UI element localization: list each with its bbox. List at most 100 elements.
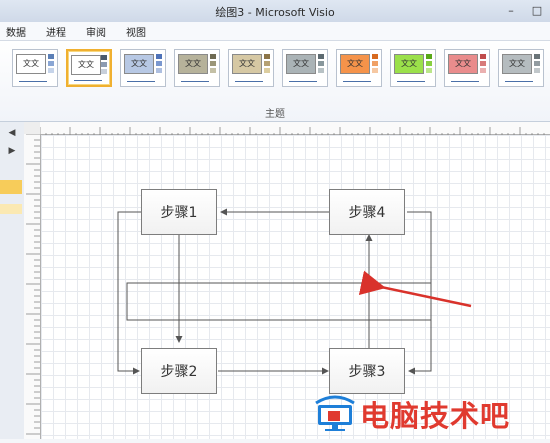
theme-tile-3[interactable]: 文文 bbox=[120, 49, 166, 87]
theme-connector-sample bbox=[127, 81, 155, 82]
theme-color-dot bbox=[264, 68, 270, 73]
theme-swatch: 文文 bbox=[394, 54, 424, 74]
theme-swatch: 文文 bbox=[232, 54, 262, 74]
monitor-logo-icon bbox=[315, 395, 355, 431]
theme-swatch: 文文 bbox=[286, 54, 316, 74]
theme-color-dots bbox=[210, 54, 216, 75]
theme-color-dot bbox=[210, 68, 216, 73]
theme-color-dot bbox=[156, 68, 162, 73]
theme-color-dot bbox=[48, 61, 54, 66]
step-2-box[interactable]: 步骤2 bbox=[141, 348, 217, 394]
theme-gallery: 文文 文文 文文 文文 文文 文文 文文 文文 文文 文文 bbox=[0, 47, 550, 91]
connector-loop-right bbox=[407, 211, 432, 375]
stencil-item[interactable] bbox=[0, 204, 22, 214]
step-4-box[interactable]: 步骤4 bbox=[329, 189, 405, 235]
theme-swatch: 文文 bbox=[448, 54, 478, 74]
theme-color-dot bbox=[264, 54, 270, 59]
tab-process[interactable]: 进程 bbox=[46, 24, 66, 39]
theme-color-dot bbox=[210, 54, 216, 59]
theme-connector-sample bbox=[289, 81, 317, 82]
theme-color-dot bbox=[426, 61, 432, 66]
theme-color-dots bbox=[372, 54, 378, 75]
watermark: 电脑技术吧 bbox=[308, 389, 550, 437]
theme-color-dot bbox=[156, 61, 162, 66]
theme-connector-sample bbox=[19, 81, 47, 82]
theme-color-dot bbox=[480, 61, 486, 66]
theme-color-dots bbox=[318, 54, 324, 75]
window-controls: – □ bbox=[498, 0, 550, 22]
theme-color-dots bbox=[48, 54, 54, 75]
ribbon-tabs: 数据 进程 审阅 视图 bbox=[0, 22, 550, 41]
window-title: 绘图3 - Microsoft Visio bbox=[215, 6, 335, 19]
theme-color-dot bbox=[156, 54, 162, 59]
connector-loop-left bbox=[117, 211, 141, 375]
theme-color-dot bbox=[372, 61, 378, 66]
expand-right-icon[interactable]: ▶ bbox=[4, 146, 20, 158]
theme-tile-8[interactable]: 文文 bbox=[390, 49, 436, 87]
theme-color-dot bbox=[372, 54, 378, 59]
title-bar: 绘图3 - Microsoft Visio – □ bbox=[0, 0, 550, 23]
tab-data[interactable]: 数据 bbox=[6, 24, 26, 39]
theme-color-dot bbox=[210, 61, 216, 66]
theme-color-dots bbox=[426, 54, 432, 75]
theme-connector-sample bbox=[235, 81, 263, 82]
theme-tile-10[interactable]: 文文 bbox=[498, 49, 544, 87]
theme-tile-2[interactable]: 文文 bbox=[66, 49, 112, 87]
theme-color-dot bbox=[534, 61, 540, 66]
vertical-ruler bbox=[24, 133, 41, 439]
ribbon: 文文 文文 文文 文文 文文 文文 文文 文文 文文 文文 主题 bbox=[0, 41, 550, 122]
tab-view[interactable]: 视图 bbox=[126, 24, 146, 39]
theme-connector-sample bbox=[505, 81, 533, 82]
theme-color-dot bbox=[480, 54, 486, 59]
theme-tile-6[interactable]: 文文 bbox=[282, 49, 328, 87]
stencil-selected-item[interactable] bbox=[0, 180, 22, 194]
theme-color-dot bbox=[101, 55, 107, 60]
ribbon-group-label: 主题 bbox=[265, 109, 285, 120]
theme-connector-sample bbox=[451, 81, 479, 82]
theme-swatch: 文文 bbox=[71, 55, 101, 75]
theme-tile-7[interactable]: 文文 bbox=[336, 49, 382, 87]
theme-color-dot bbox=[264, 61, 270, 66]
theme-connector-sample bbox=[343, 81, 371, 82]
theme-swatch: 文文 bbox=[178, 54, 208, 74]
theme-swatch: 文文 bbox=[16, 54, 46, 74]
theme-swatch: 文文 bbox=[502, 54, 532, 74]
theme-color-dots bbox=[156, 54, 162, 75]
theme-tile-5[interactable]: 文文 bbox=[228, 49, 274, 87]
theme-color-dots bbox=[101, 55, 107, 76]
annotation-arrow bbox=[358, 270, 472, 308]
theme-color-dot bbox=[534, 54, 540, 59]
maximize-icon[interactable]: □ bbox=[524, 0, 550, 20]
theme-connector-sample bbox=[397, 81, 425, 82]
theme-color-dot bbox=[101, 69, 107, 74]
theme-color-dot bbox=[48, 68, 54, 73]
tab-review[interactable]: 审阅 bbox=[86, 24, 106, 39]
theme-color-dot bbox=[101, 62, 107, 67]
theme-color-dots bbox=[534, 54, 540, 75]
shapes-pane: ◀ ▶ bbox=[0, 122, 25, 439]
theme-color-dots bbox=[264, 54, 270, 75]
step-1-box[interactable]: 步骤1 bbox=[141, 189, 217, 235]
theme-color-dot bbox=[534, 68, 540, 73]
theme-swatch: 文文 bbox=[340, 54, 370, 74]
theme-color-dot bbox=[318, 54, 324, 59]
theme-color-dot bbox=[480, 68, 486, 73]
theme-color-dot bbox=[318, 61, 324, 66]
horizontal-ruler bbox=[39, 122, 550, 137]
theme-swatch: 文文 bbox=[124, 54, 154, 74]
theme-connector-sample bbox=[181, 81, 209, 82]
theme-color-dot bbox=[426, 54, 432, 59]
theme-color-dot bbox=[426, 68, 432, 73]
theme-connector-sample bbox=[74, 80, 102, 81]
theme-color-dots bbox=[480, 54, 486, 75]
theme-color-dot bbox=[48, 54, 54, 59]
theme-color-dot bbox=[372, 68, 378, 73]
watermark-text: 电脑技术吧 bbox=[360, 399, 511, 433]
theme-color-dot bbox=[318, 68, 324, 73]
minimize-icon[interactable]: – bbox=[498, 0, 524, 20]
theme-tile-9[interactable]: 文文 bbox=[444, 49, 490, 87]
theme-tile-4[interactable]: 文文 bbox=[174, 49, 220, 87]
collapse-left-icon[interactable]: ◀ bbox=[4, 128, 20, 140]
step-3-box[interactable]: 步骤3 bbox=[329, 348, 405, 394]
theme-tile-1[interactable]: 文文 bbox=[12, 49, 58, 87]
